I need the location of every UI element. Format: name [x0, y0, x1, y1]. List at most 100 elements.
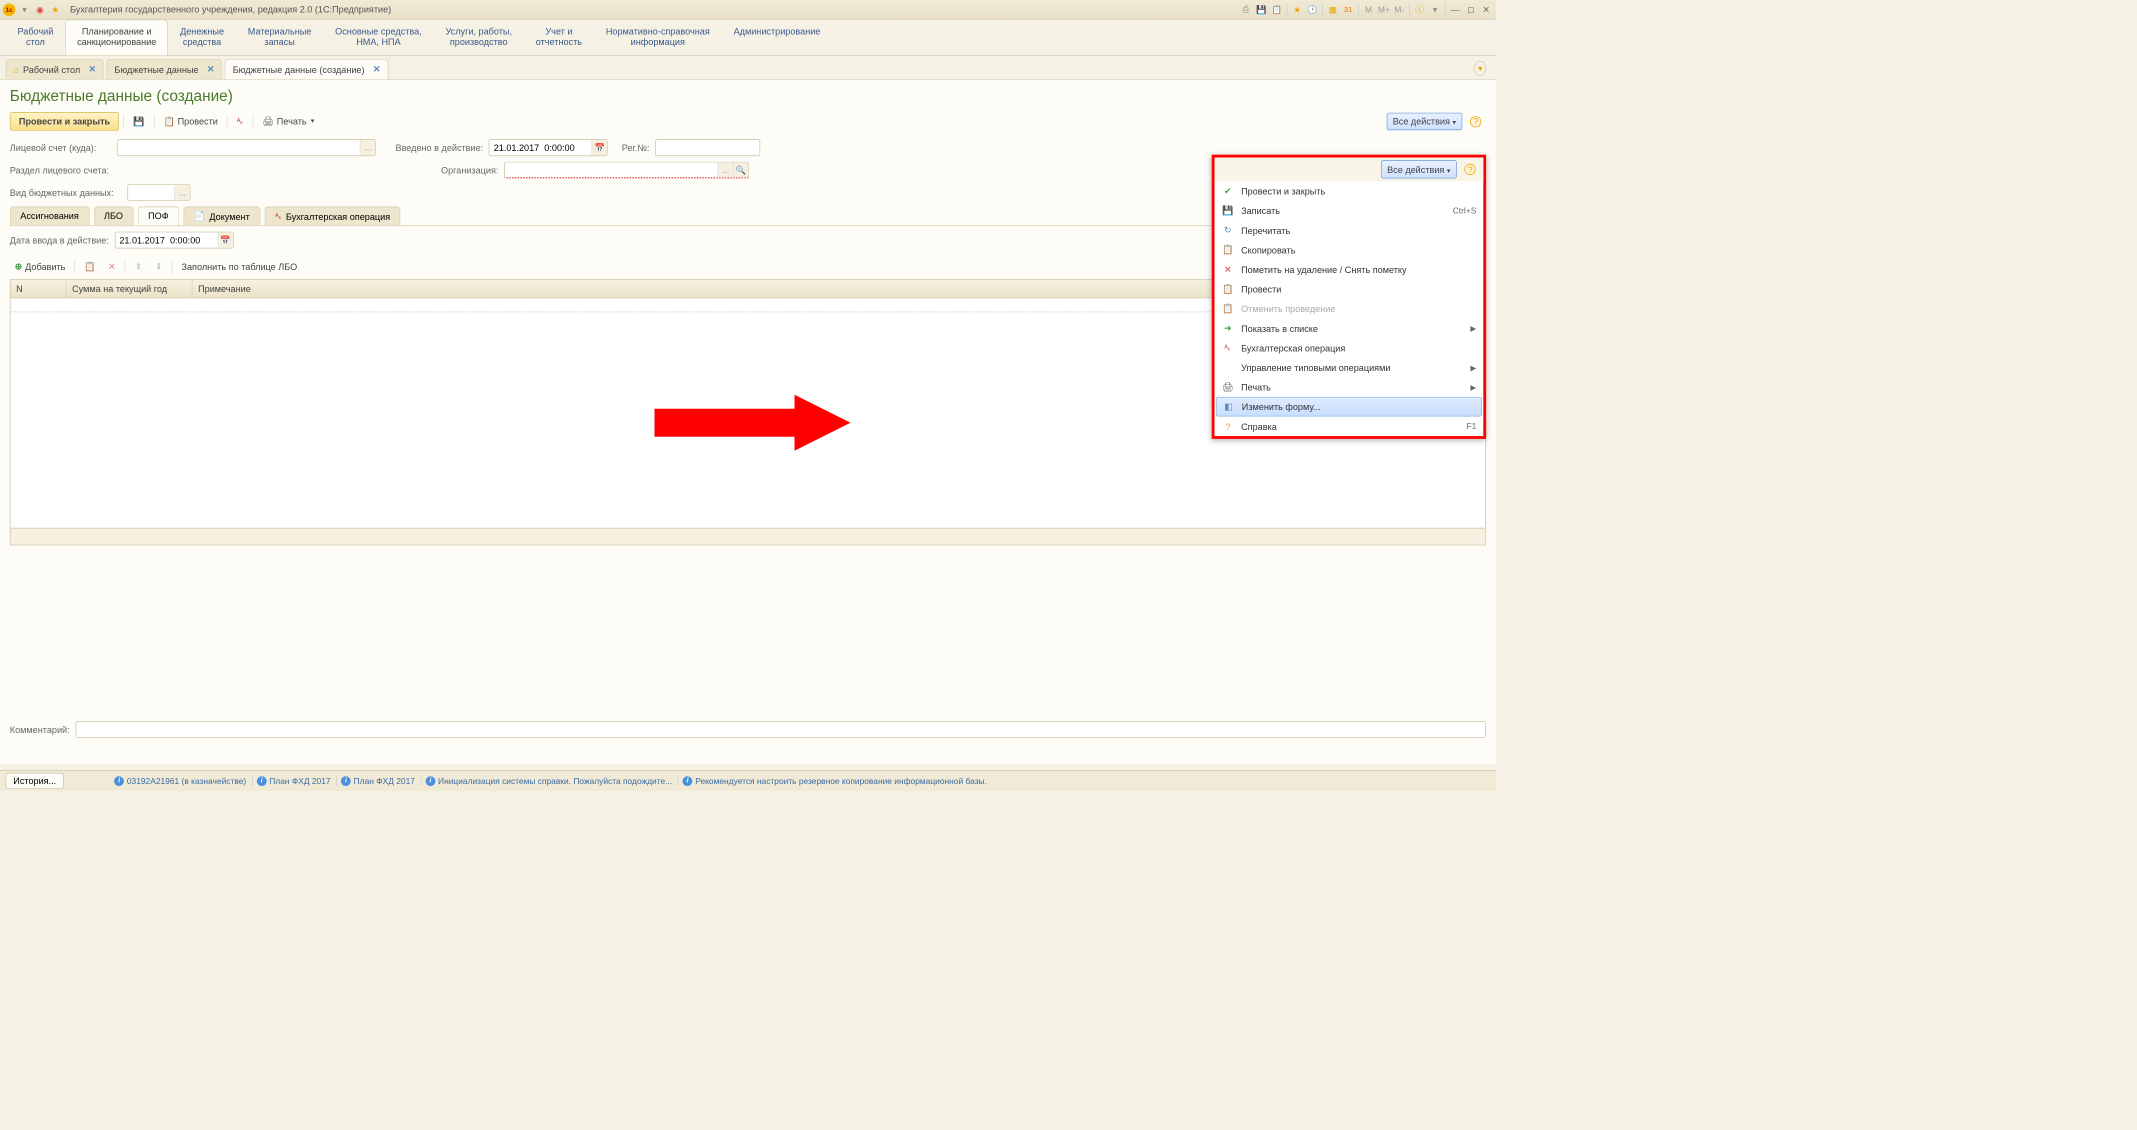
type-input[interactable]: ...	[127, 184, 190, 201]
status-item[interactable]: iИнициализация системы справки. Пожалуйс…	[425, 776, 678, 786]
history-icon[interactable]: 🕑	[1306, 3, 1320, 16]
effective-date-field[interactable]	[489, 140, 591, 155]
doc-tab-budget[interactable]: Бюджетные данные ✕	[107, 59, 223, 79]
org-input[interactable]: ... 🔍	[504, 162, 749, 179]
op-icon: ᴬₖ	[1222, 342, 1235, 355]
arrow-down-icon: ⬇	[155, 261, 163, 272]
calc-icon[interactable]: ▦	[1326, 3, 1340, 16]
history-button[interactable]: История...	[6, 773, 64, 789]
menu-show-list[interactable]: ➜Показать в списке▶	[1215, 319, 1484, 339]
menu-help[interactable]: ?СправкаF1	[1215, 417, 1484, 437]
section-tab-accounting[interactable]: Учет и отчетность	[524, 20, 594, 56]
menu-save[interactable]: 💾ЗаписатьCtrl+S	[1215, 201, 1484, 221]
col-n[interactable]: N	[11, 280, 67, 298]
post-close-button[interactable]: Провести и закрыть	[10, 112, 119, 131]
calendar-icon[interactable]: 📅	[217, 232, 232, 247]
type-field[interactable]	[128, 185, 174, 200]
menu-operation[interactable]: ᴬₖБухгалтерская операция	[1215, 338, 1484, 358]
m-minus-icon[interactable]: M-	[1392, 3, 1406, 16]
menu-post-close[interactable]: ✔Провести и закрыть	[1215, 181, 1484, 201]
post-icon: 📋	[163, 116, 174, 127]
status-item[interactable]: i03192А21961 (в казначействе)	[114, 776, 252, 786]
question-icon: ?	[1222, 420, 1235, 433]
print-button[interactable]: 🖨Печать▾	[258, 112, 320, 130]
help-icon[interactable]: ⓘ	[1413, 3, 1427, 16]
section-tab-materials[interactable]: Материальные запасы	[236, 20, 323, 56]
minimize-icon[interactable]: —	[1448, 3, 1462, 16]
maximize-icon[interactable]: ◻	[1464, 3, 1478, 16]
inner-tab-assign[interactable]: Ассигнования	[10, 207, 89, 226]
add-button[interactable]: ⊕Добавить	[10, 258, 70, 275]
select-icon[interactable]: ...	[718, 162, 733, 177]
section-tab-desktop[interactable]: Рабочий стол	[6, 20, 66, 56]
operation-button[interactable]: ᴬₖ	[232, 113, 249, 129]
account-field[interactable]	[118, 140, 360, 155]
menu-help-button[interactable]: ?	[1460, 160, 1481, 178]
tab-close-icon[interactable]: ✕	[89, 64, 97, 75]
effective-date-input[interactable]: 📅	[489, 139, 608, 156]
section-tab-services[interactable]: Услуги, работы, производство	[434, 20, 524, 56]
comment-input[interactable]	[75, 721, 1486, 738]
post-button[interactable]: 📋Провести	[159, 112, 223, 130]
delete-button[interactable]: ✕	[103, 258, 120, 275]
fill-button[interactable]: Заполнить по таблице ЛБО	[177, 259, 302, 275]
menu-post[interactable]: 📋Провести	[1215, 279, 1484, 299]
section-tab-admin[interactable]: Администрирование	[722, 20, 833, 56]
account-input[interactable]: ...	[117, 139, 376, 156]
section-tab-assets[interactable]: Основные средства, НМА, НПА	[323, 20, 433, 56]
dropdown-icon[interactable]: ▾	[18, 3, 31, 16]
regn-input[interactable]	[655, 139, 760, 156]
menu-typical-ops[interactable]: Управление типовыми операциями▶	[1215, 358, 1484, 378]
m-plus-icon[interactable]: M+	[1377, 3, 1391, 16]
move-down-button[interactable]: ⬇	[150, 258, 167, 275]
dropdown2-icon[interactable]: ▾	[1428, 3, 1442, 16]
calendar-icon[interactable]: 31	[1341, 3, 1355, 16]
star-icon[interactable]: ★	[49, 3, 62, 16]
list-icon: ➜	[1222, 322, 1235, 335]
close-icon[interactable]: ✕	[1479, 3, 1493, 16]
calendar-icon[interactable]: 📅	[592, 140, 607, 155]
select-icon[interactable]: ...	[360, 140, 375, 155]
search-icon[interactable]: 🔍	[733, 162, 748, 177]
print-icon[interactable]: ⎙	[1239, 3, 1253, 16]
account-label: Лицевой счет (куда):	[10, 142, 111, 153]
save-button[interactable]: 💾	[128, 112, 149, 130]
status-item[interactable]: iПлан ФХД 2017	[341, 776, 421, 786]
copy-icon[interactable]: 📋	[1270, 3, 1284, 16]
status-item[interactable]: iПлан ФХД 2017	[257, 776, 337, 786]
tab-close-icon[interactable]: ✕	[207, 64, 215, 75]
org-field[interactable]	[505, 162, 718, 177]
circle-icon[interactable]: ◉	[34, 3, 47, 16]
menu-mark-delete[interactable]: ✕Пометить на удаление / Снять пометку	[1215, 260, 1484, 280]
help-button[interactable]: ?	[1465, 112, 1486, 130]
doc-tab-budget-create[interactable]: Бюджетные данные (создание) ✕	[225, 59, 388, 79]
menu-copy[interactable]: 📋Скопировать	[1215, 240, 1484, 260]
tab-close-icon[interactable]: ✕	[373, 64, 381, 75]
inner-tab-pof[interactable]: ПОФ	[138, 207, 180, 226]
pof-date-field[interactable]	[115, 233, 217, 248]
save-icon[interactable]: 💾	[1254, 3, 1268, 16]
menu-all-actions-button[interactable]: Все действия ▾	[1381, 160, 1457, 178]
menu-change-form[interactable]: ◧Изменить форму...	[1216, 397, 1482, 417]
fav-icon[interactable]: ★	[1290, 3, 1304, 16]
menu-reread[interactable]: ↻Перечитать	[1215, 221, 1484, 241]
m-icon[interactable]: M	[1362, 3, 1376, 16]
menu-print[interactable]: 🖨Печать▶	[1215, 377, 1484, 397]
page-title: Бюджетные данные (создание)	[10, 87, 1486, 105]
section-tab-money[interactable]: Денежные средства	[168, 20, 236, 56]
section-tab-reference[interactable]: Нормативно-справочная информация	[594, 20, 722, 56]
section-tab-planning[interactable]: Планирование и санкционирование	[65, 20, 168, 56]
move-up-button[interactable]: ⬆	[130, 258, 147, 275]
inner-tab-op[interactable]: ᴬₖБухгалтерская операция	[264, 207, 400, 226]
menu-unpost[interactable]: 📋Отменить проведение	[1215, 299, 1484, 319]
status-item[interactable]: iРекомендуется настроить резервное копир…	[683, 776, 993, 786]
select-icon[interactable]: ...	[174, 185, 189, 200]
inner-tab-lbo[interactable]: ЛБО	[93, 207, 133, 226]
inner-tab-doc[interactable]: 📄Документ	[183, 207, 260, 226]
pof-date-input[interactable]: 📅	[114, 232, 233, 249]
copy-button[interactable]: 📋	[79, 258, 100, 275]
tabs-dropdown-icon[interactable]: ▾	[1475, 61, 1487, 76]
col-sum[interactable]: Сумма на текущий год	[67, 280, 193, 298]
all-actions-button[interactable]: Все действия ▾	[1386, 113, 1462, 131]
doc-tab-desktop[interactable]: ⌂ Рабочий стол ✕	[6, 59, 104, 79]
